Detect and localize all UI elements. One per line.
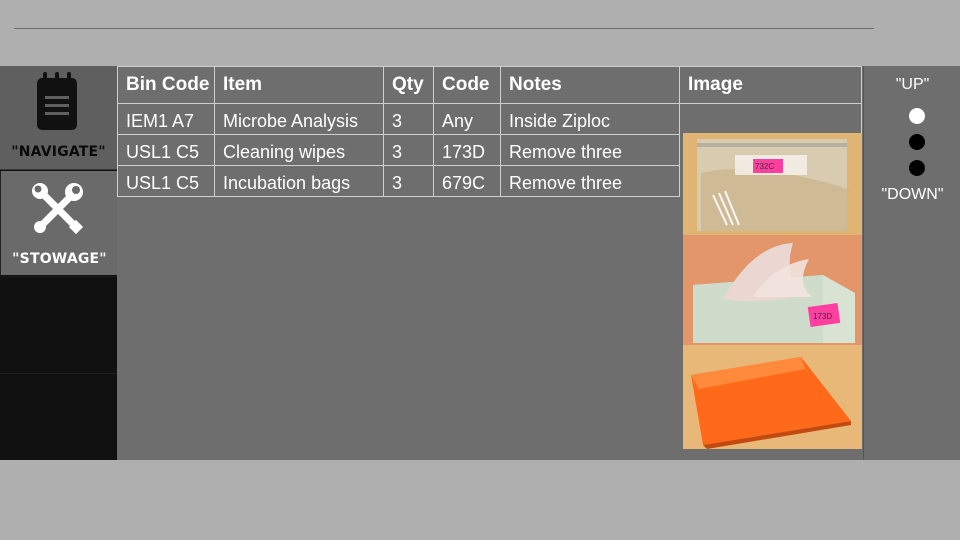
ziploc-bag-image[interactable]: 732C — [683, 133, 862, 235]
page-indicator-dot-active[interactable] — [909, 108, 925, 124]
header-image: Image — [679, 66, 862, 104]
header-code: Code — [433, 66, 501, 104]
scroll-panel: "UP" "DOWN" — [863, 66, 960, 460]
header-item: Item — [214, 66, 384, 104]
cell-item: Cleaning wipes — [214, 134, 384, 166]
tools-icon — [32, 183, 84, 235]
notepad-icon — [37, 72, 77, 130]
top-bar — [0, 0, 960, 66]
scroll-down-button[interactable]: "DOWN" — [864, 186, 960, 204]
cell-item: Microbe Analysis — [214, 103, 384, 135]
cell-bin-code: IEM1 A7 — [117, 103, 215, 135]
cell-notes: Inside Ziploc — [500, 103, 680, 135]
cell-qty: 3 — [383, 134, 434, 166]
header-qty: Qty — [383, 66, 434, 104]
stowage-button[interactable]: "STOWAGE" — [0, 171, 117, 275]
cell-notes: Remove three — [500, 165, 680, 197]
cell-qty: 3 — [383, 103, 434, 135]
cell-bin-code: USL1 C5 — [117, 134, 215, 166]
page-indicator-dot[interactable] — [909, 160, 925, 176]
top-divider — [14, 28, 874, 29]
item-images: 732C 173D — [683, 133, 862, 449]
scroll-up-button[interactable]: "UP" — [864, 76, 960, 94]
table-header-row: Bin Code Item Qty Code Notes Image — [117, 66, 862, 104]
cell-code: Any — [433, 103, 501, 135]
empty-nav-slot — [0, 373, 117, 461]
empty-nav-slot — [0, 276, 117, 373]
table-row[interactable]: IEM1 A7 Microbe Analysis 3 Any Inside Zi… — [117, 103, 862, 135]
navigate-button[interactable]: "NAVIGATE" — [0, 66, 117, 170]
tissue-tag-text: 173D — [813, 312, 832, 321]
header-bin-code: Bin Code — [117, 66, 215, 104]
cell-bin-code: USL1 C5 — [117, 165, 215, 197]
navigate-label: "NAVIGATE" — [11, 144, 106, 160]
cell-item: Incubation bags — [214, 165, 384, 197]
cell-code: 173D — [433, 134, 501, 166]
incubation-bag-image[interactable] — [683, 345, 862, 449]
header-notes: Notes — [500, 66, 680, 104]
stowage-label: "STOWAGE" — [12, 251, 107, 267]
cell-qty: 3 — [383, 165, 434, 197]
page-indicator-dot[interactable] — [909, 134, 925, 150]
cell-image — [679, 103, 862, 135]
cleaning-wipes-image[interactable]: 173D — [683, 235, 862, 345]
ziploc-tag-text: 732C — [755, 162, 774, 171]
cell-notes: Remove three — [500, 134, 680, 166]
sidebar: "NAVIGATE" "STOWAGE" — [0, 66, 117, 461]
bottom-bar — [0, 460, 960, 540]
cell-code: 679C — [433, 165, 501, 197]
